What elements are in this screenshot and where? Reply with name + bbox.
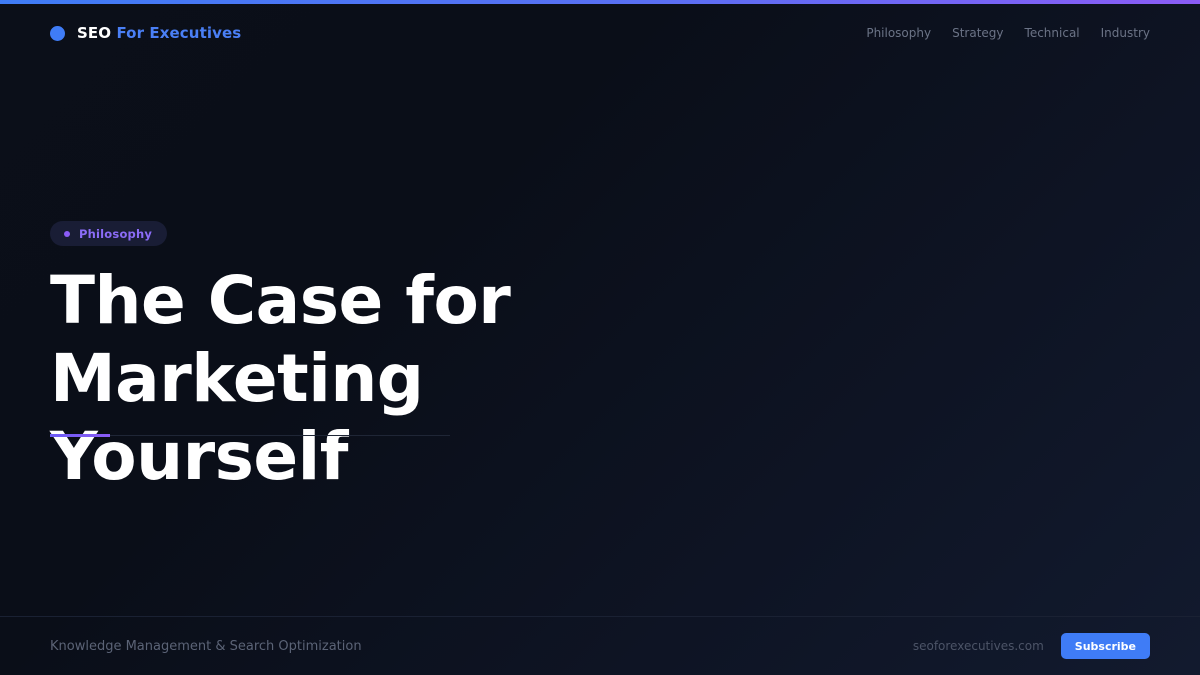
footer-domain-link[interactable]: seoforexecutives.com (913, 639, 1044, 653)
page-title: The Case for Marketing Yourself (50, 262, 870, 496)
category-dot-icon (64, 230, 70, 237)
subscribe-button[interactable]: Subscribe (1060, 633, 1150, 659)
nav-item-industry[interactable]: Industry (1101, 26, 1150, 40)
site-header: SEO For Executives Philosophy Strategy T… (50, 20, 1150, 46)
main-nav: Philosophy Strategy Technical Industry (866, 26, 1150, 40)
footer-tagline: Knowledge Management & Search Optimizati… (50, 639, 362, 654)
nav-item-philosophy[interactable]: Philosophy (866, 26, 931, 40)
brand-name: SEO For Executives (77, 24, 241, 42)
footer-actions: seoforexecutives.com Subscribe (913, 633, 1150, 659)
site-footer: Knowledge Management & Search Optimizati… (0, 616, 1200, 675)
brand-dot-icon (50, 25, 65, 41)
category-label: Philosophy (79, 226, 153, 241)
page: SEO For Executives Philosophy Strategy T… (0, 0, 1200, 675)
nav-item-technical[interactable]: Technical (1025, 26, 1080, 40)
title-divider (50, 435, 450, 436)
brand-name-primary: SEO (77, 24, 112, 42)
nav-item-strategy[interactable]: Strategy (952, 26, 1003, 40)
page-title-line-1: The Case for Marketing (50, 262, 511, 417)
brand-logo[interactable]: SEO For Executives (50, 24, 241, 42)
category-badge[interactable]: Philosophy (50, 221, 168, 246)
page-title-line-2: Yourself (50, 418, 349, 495)
top-accent-bar (0, 0, 1200, 4)
brand-name-secondary: For Executives (116, 24, 242, 42)
title-divider-accent (50, 434, 110, 437)
